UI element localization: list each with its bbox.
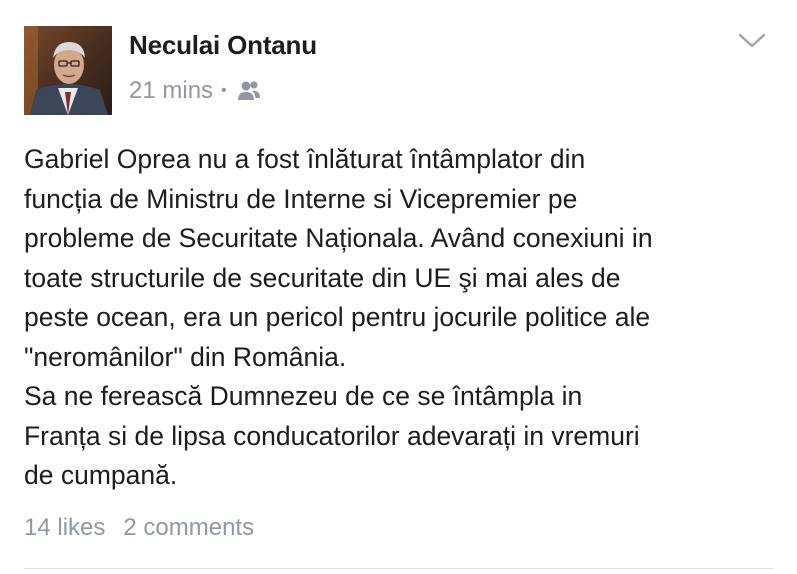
post-body-line: funcția de Ministru de Interne si Vicepr… [24,183,578,214]
post-meta: 21 mins • [129,76,262,106]
author-name[interactable]: Neculai Ontanu [129,30,317,61]
post-stats: 14 likes 2 comments [24,514,254,542]
post-time[interactable]: 21 mins [129,77,213,105]
post-body-line: Franța si de lipsa conducatorilor adevar… [24,420,640,451]
chevron-down-icon[interactable] [736,30,768,52]
post-body-line: probleme de Securitate Naționala. Având … [24,223,653,253]
post-body: Gabriel Oprea nu a fost înlăturat întâmp… [24,140,784,496]
avatar[interactable] [24,26,112,115]
avatar-photo [24,26,112,115]
comments-count[interactable]: 2 comments [123,514,254,541]
post-body-line: Sa ne ferească Dumnezeu de ce se întâmpl… [24,381,583,411]
friends-icon[interactable] [236,80,262,102]
meta-separator: • [221,82,227,99]
post-body-line: de cumpană. [24,460,178,490]
post-card: Neculai Ontanu 21 mins • Gabriel Oprea n… [0,0,797,574]
post-body-line: peste ocean, era un pericol pentru jocur… [24,302,651,332]
divider [24,568,773,569]
post-body-line: "neromânilor" din România. [24,341,347,372]
likes-count[interactable]: 14 likes [24,514,105,541]
post-body-line: toate structurile de securitate din UE ş… [24,262,621,293]
post-body-line: Gabriel Oprea nu a fost înlăturat întâmp… [24,144,586,174]
